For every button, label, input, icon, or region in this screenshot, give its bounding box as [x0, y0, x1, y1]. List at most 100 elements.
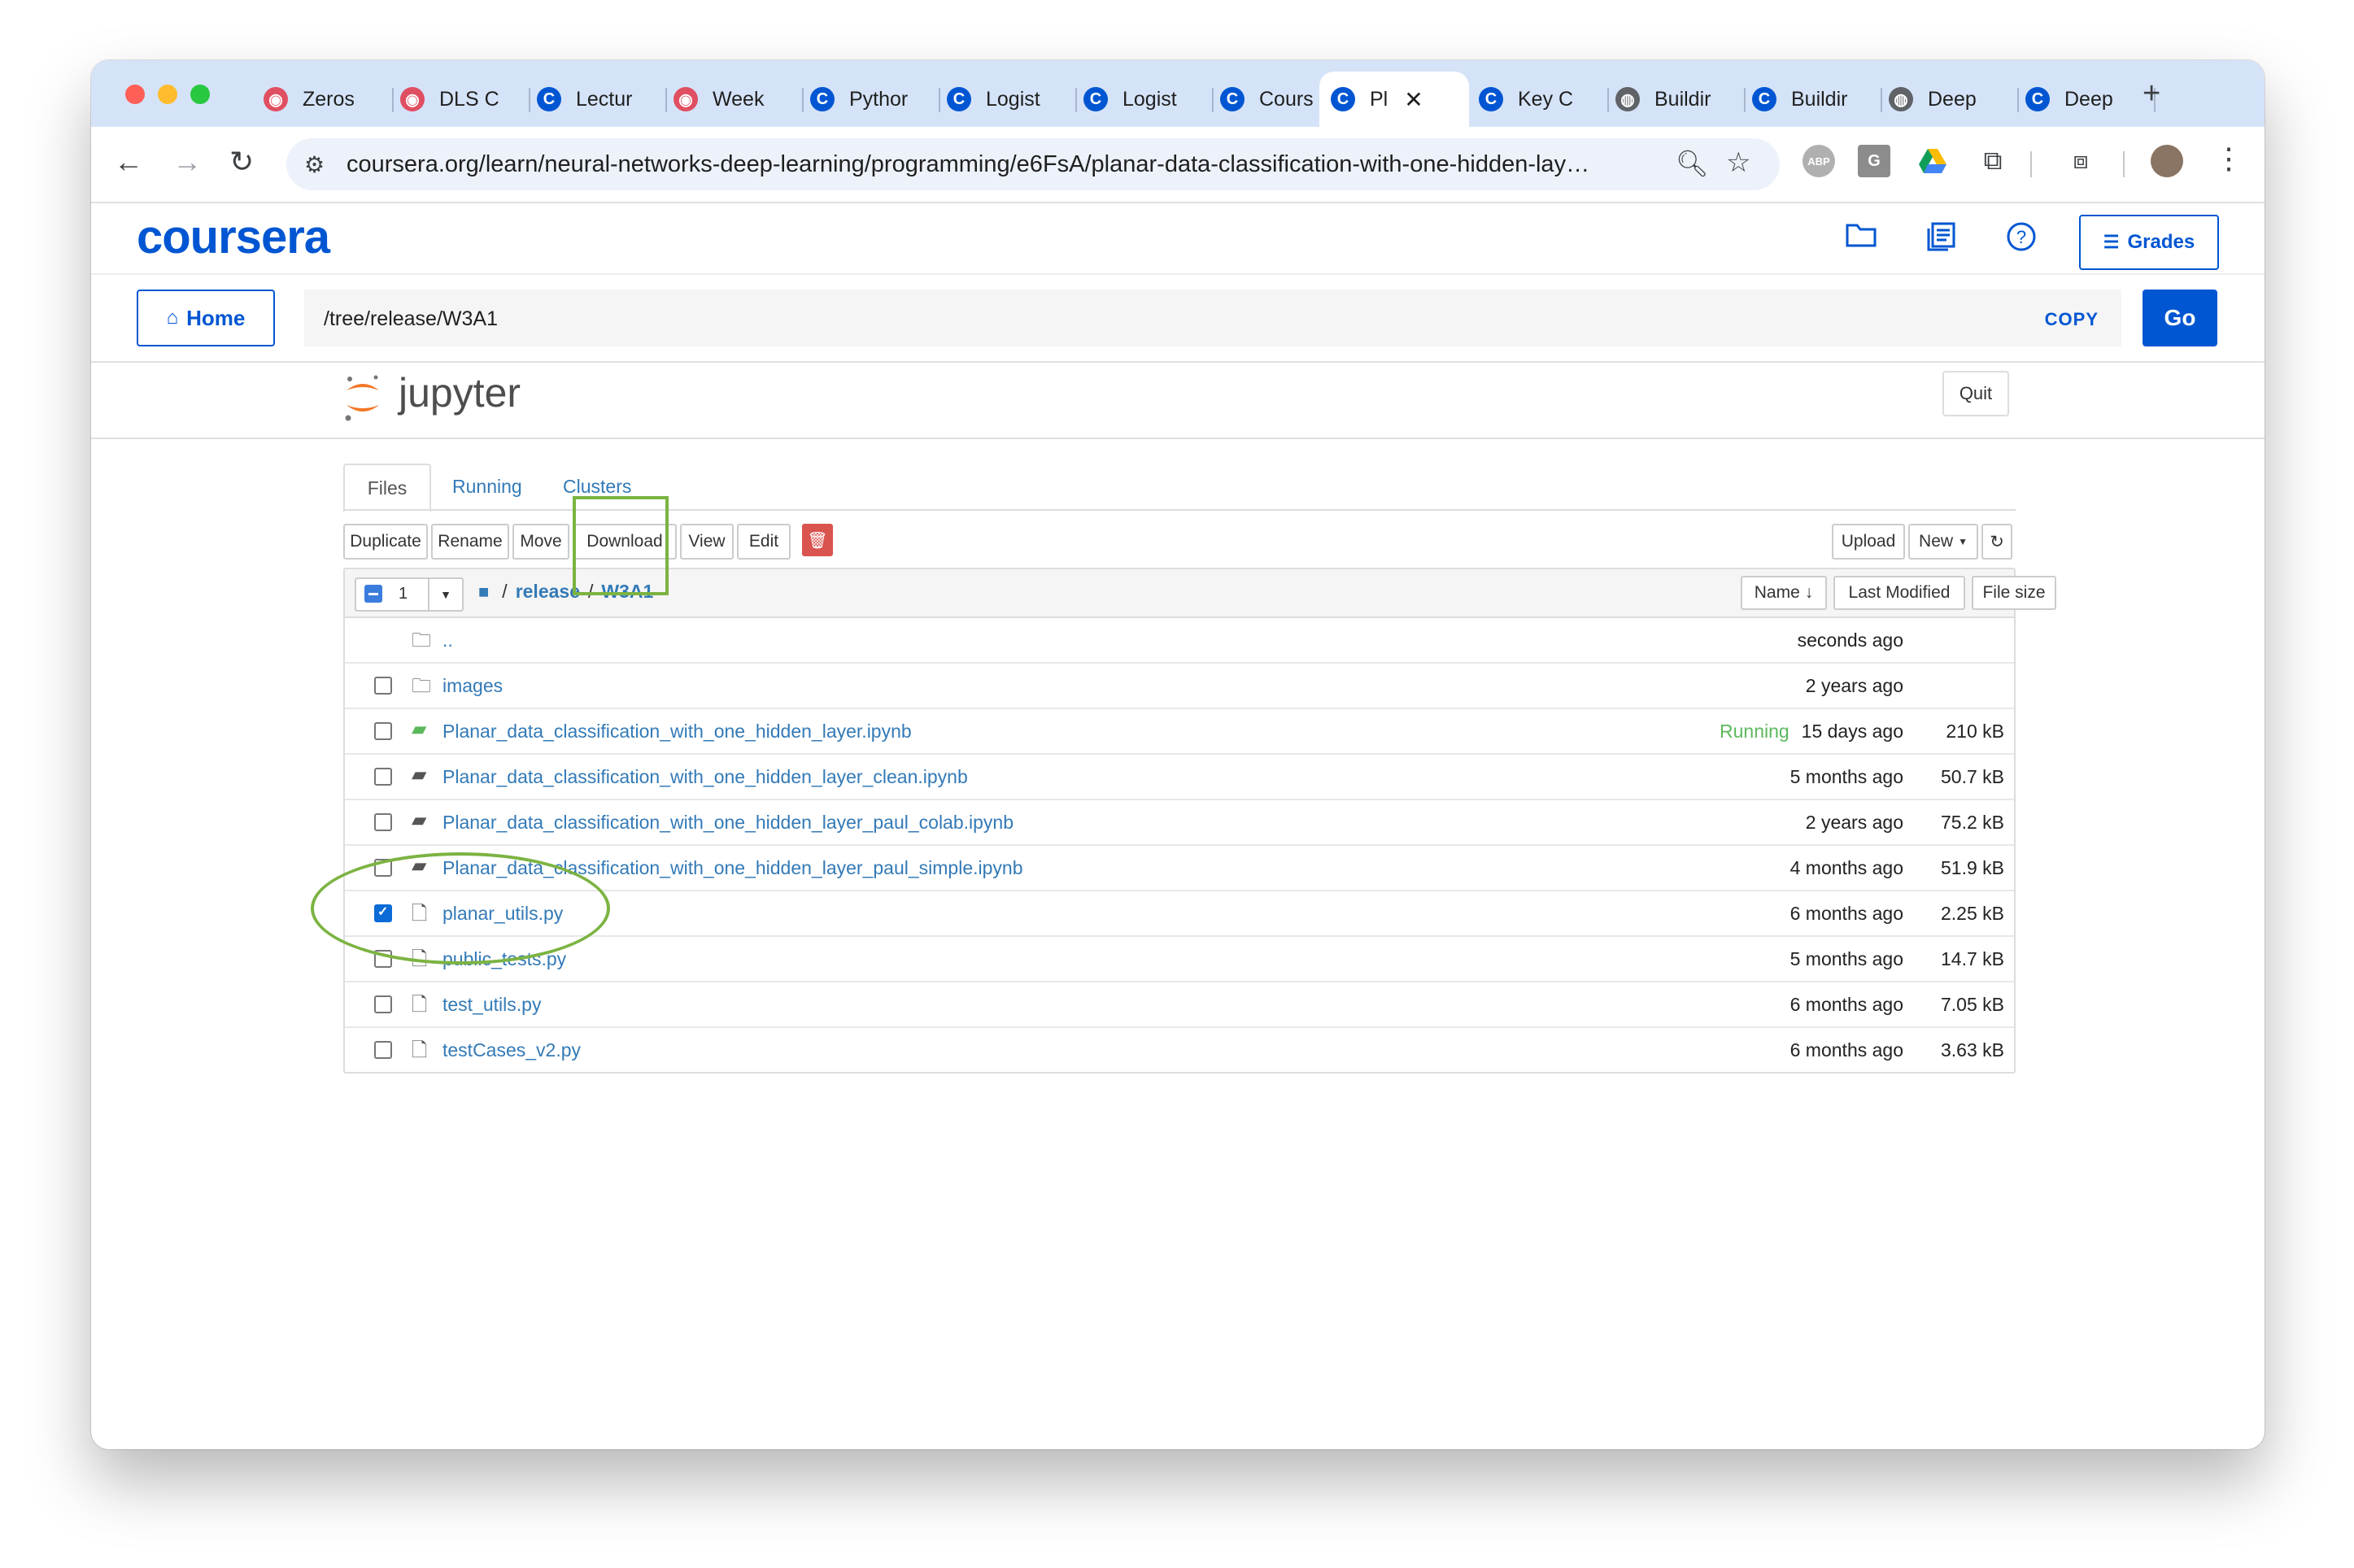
sort-last-modified-button[interactable]: Last Modified: [1833, 576, 1965, 610]
browser-tab-label: Key C: [1518, 87, 1574, 111]
annotation-ellipse: [311, 852, 610, 965]
browser-tab[interactable]: C Logist: [947, 72, 1077, 127]
browser-tab[interactable]: C Lectur: [537, 72, 667, 127]
browser-tab-label: Lectur: [576, 87, 633, 111]
file-checkbox[interactable]: [374, 722, 392, 740]
toolbar-divider: [2030, 151, 2032, 177]
quit-button[interactable]: Quit: [1942, 371, 2009, 416]
site-settings-icon[interactable]: ⚙: [304, 151, 325, 178]
close-window-button[interactable]: [125, 85, 145, 104]
file-checkbox[interactable]: [374, 813, 392, 831]
rename-button[interactable]: Rename: [431, 524, 509, 560]
file-row: 🗀︎.. seconds ago: [345, 618, 2014, 664]
file-name-link[interactable]: testCases_v2.py: [442, 1039, 581, 1061]
edit-button[interactable]: Edit: [737, 524, 791, 560]
last-modified: 6 months ago: [1789, 994, 1903, 1015]
last-modified: 2 years ago: [1805, 812, 1903, 833]
go-button[interactable]: Go: [2143, 290, 2217, 346]
new-tab-button[interactable]: +: [2143, 76, 2160, 111]
file-name-link[interactable]: ..: [442, 629, 453, 651]
file-name-link[interactable]: Planar_data_classification_with_one_hidd…: [442, 721, 912, 743]
browser-menu-icon[interactable]: ⋮: [2214, 142, 2243, 176]
google-drive-extension-icon[interactable]: [1916, 145, 1949, 177]
browser-tab[interactable]: ◉ Week: [674, 72, 804, 127]
help-icon[interactable]: ?: [2006, 221, 2037, 259]
coursera-icon: C: [1220, 87, 1245, 111]
back-icon[interactable]: ←: [114, 145, 143, 179]
folder-root-icon[interactable]: ■: [478, 581, 489, 603]
browser-tab[interactable]: C Deep: [2025, 72, 2156, 127]
browser-tab[interactable]: ◍ Buildir: [1615, 72, 1746, 127]
file-row: ▰ Planar_data_classification_with_one_hid…: [345, 800, 2014, 846]
file-name-link[interactable]: Planar_data_classification_with_one_hidd…: [442, 766, 968, 788]
breadcrumb-root[interactable]: /: [502, 581, 507, 603]
file-name-link[interactable]: test_utils.py: [442, 994, 541, 1016]
tab-separator: [392, 88, 394, 112]
address-bar[interactable]: ⚙ coursera.org/learn/neural-networks-dee…: [286, 138, 1780, 190]
refresh-icon[interactable]: ↻: [1981, 524, 2012, 560]
media-search-icon[interactable]: ⧈: [2064, 145, 2097, 177]
folder-icon[interactable]: [1845, 221, 1877, 256]
delete-trash-icon[interactable]: 🗑︎: [802, 524, 833, 556]
browser-tab[interactable]: ◉ Zeros: [264, 72, 394, 127]
file-checkbox[interactable]: [374, 995, 392, 1013]
chevron-down-icon[interactable]: ▼: [428, 579, 462, 610]
browser-tab[interactable]: ◍ Deep: [1889, 72, 2019, 127]
tab-separator: [2017, 88, 2019, 112]
extensions-puzzle-icon[interactable]: ⧉: [1977, 145, 2009, 177]
browser-tab-label: Pl: [1370, 87, 1388, 111]
grades-button[interactable]: ☰ Grades: [2079, 215, 2219, 270]
forward-icon[interactable]: →: [172, 145, 202, 179]
file-row: 🗀︎ images 2 years ago: [345, 664, 2014, 709]
sort-name-button[interactable]: Name ↓: [1741, 576, 1827, 610]
jupyter-logo-icon[interactable]: [343, 372, 382, 423]
zoom-icon[interactable]: 🔍︎: [1676, 148, 1709, 179]
file-checkbox[interactable]: [374, 677, 392, 695]
url-text[interactable]: coursera.org/learn/neural-networks-deep-…: [347, 151, 1589, 178]
path-value[interactable]: /tree/release/W3A1: [324, 307, 498, 331]
select-all-dropdown[interactable]: 1 ▼: [355, 577, 464, 612]
browser-tab[interactable]: C Logist: [1083, 72, 1214, 127]
file-checkbox[interactable]: [374, 1041, 392, 1059]
globe-icon: ◍: [1615, 87, 1640, 111]
duplicate-button[interactable]: Duplicate: [343, 524, 428, 560]
file-name-link[interactable]: images: [442, 675, 503, 697]
upload-button[interactable]: Upload: [1832, 524, 1905, 560]
move-button[interactable]: Move: [512, 524, 569, 560]
select-all-checkbox[interactable]: [364, 585, 382, 603]
deeplearning-icon: ◉: [674, 87, 698, 111]
grammarly-extension-icon[interactable]: G: [1858, 145, 1890, 177]
reload-icon[interactable]: ↻: [229, 145, 254, 179]
resources-icon[interactable]: [1926, 221, 1957, 259]
new-dropdown-button[interactable]: New ▼: [1908, 524, 1978, 560]
sort-file-size-button[interactable]: File size: [1972, 576, 2056, 610]
browser-tab-label: Buildir: [1791, 87, 1848, 111]
file-checkbox[interactable]: [374, 768, 392, 786]
home-button[interactable]: ⌂ Home: [137, 290, 275, 346]
adblock-extension-icon[interactable]: ABP: [1803, 145, 1835, 177]
zoom-window-button[interactable]: [190, 85, 210, 104]
path-input[interactable]: /tree/release/W3A1 COPY: [304, 290, 2121, 346]
browser-tab[interactable]: C Pythor: [810, 72, 940, 127]
minimize-window-button[interactable]: [158, 85, 177, 104]
browser-tab[interactable]: C Buildir: [1752, 72, 1882, 127]
browser-tab[interactable]: ◉ DLS C: [400, 72, 530, 127]
close-tab-icon[interactable]: ✕: [1404, 86, 1423, 113]
view-button[interactable]: View: [680, 524, 734, 560]
tab-running[interactable]: Running: [452, 464, 522, 509]
copy-button[interactable]: COPY: [2045, 309, 2099, 330]
jupyter-logo-text[interactable]: jupyter: [399, 369, 521, 416]
svg-text:?: ?: [2016, 227, 2026, 247]
annotation-rectangle: [573, 496, 669, 595]
file-name-link[interactable]: Planar_data_classification_with_one_hidd…: [442, 812, 1014, 834]
browser-tab[interactable]: C Key C: [1479, 72, 1609, 127]
bookmark-star-icon[interactable]: ☆: [1726, 146, 1750, 179]
browser-tab[interactable]: C Pl ✕: [1319, 72, 1469, 127]
tab-files[interactable]: Files: [343, 464, 431, 512]
profile-avatar[interactable]: [2151, 145, 2183, 177]
file-size: 50.7 kB: [1941, 766, 2004, 787]
grades-label: Grades: [2127, 231, 2195, 253]
breadcrumb-release[interactable]: release: [516, 581, 580, 603]
tab-separator: [939, 88, 940, 112]
coursera-logo[interactable]: coursera: [137, 210, 330, 264]
